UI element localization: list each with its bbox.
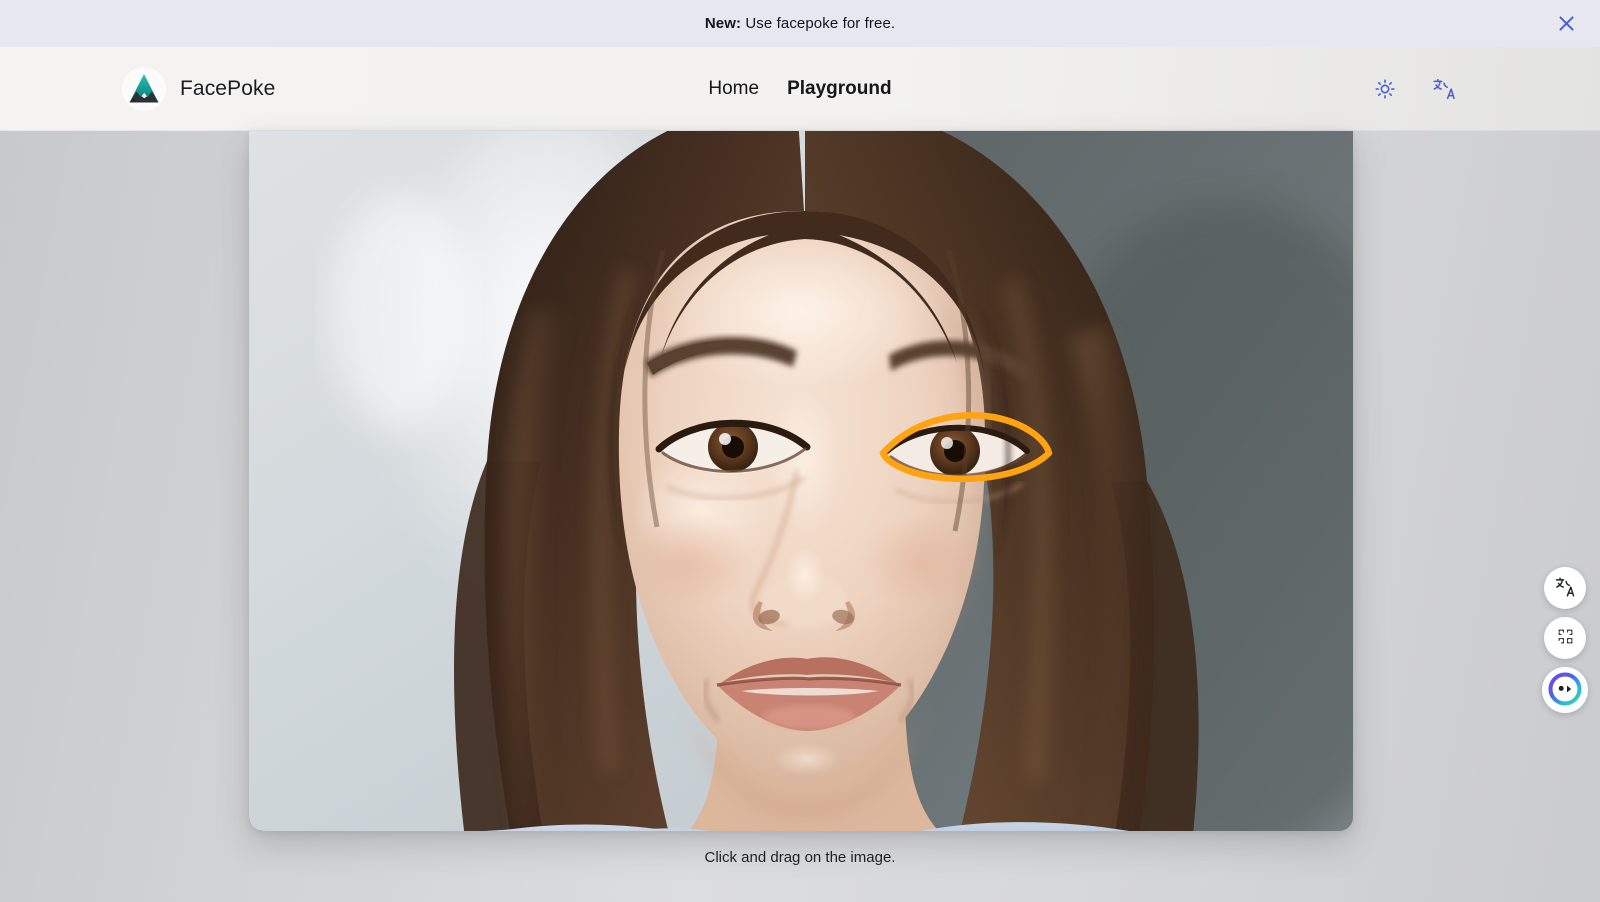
announcement-banner: New: Use facepoke for free. xyxy=(0,0,1600,47)
mountain-peak-logo-icon xyxy=(122,66,166,111)
playground-stage: Click and drag on the image. xyxy=(0,131,1600,902)
brand-name: FacePoke xyxy=(180,76,276,100)
floating-dock xyxy=(1542,567,1588,713)
main-nav: Home Playground xyxy=(708,78,891,100)
site-header: FacePoke Home Playground xyxy=(0,47,1600,131)
translate-icon[interactable] xyxy=(1428,74,1458,104)
assistant-fab[interactable] xyxy=(1542,667,1588,713)
assistant-avatar-icon xyxy=(1548,672,1582,709)
brand-logo-link[interactable]: FacePoke xyxy=(122,66,276,111)
close-icon[interactable] xyxy=(1552,10,1580,38)
header-actions xyxy=(1370,74,1458,104)
announcement-message: Use facepoke for free. xyxy=(745,15,896,32)
apps-grid-icon xyxy=(1555,626,1576,650)
apps-grid-fab[interactable] xyxy=(1544,617,1586,659)
portrait-photo-canvas[interactable] xyxy=(249,131,1353,831)
sun-theme-icon[interactable] xyxy=(1370,74,1400,104)
nav-link-playground[interactable]: Playground xyxy=(787,78,892,100)
nav-link-home[interactable]: Home xyxy=(708,78,759,100)
translate-fab[interactable] xyxy=(1544,567,1586,609)
stage-hint-text: Click and drag on the image. xyxy=(704,849,896,866)
announcement-text: New: Use facepoke for free. xyxy=(705,15,895,32)
translate-icon xyxy=(1554,576,1576,601)
announcement-prefix: New: xyxy=(704,15,742,32)
